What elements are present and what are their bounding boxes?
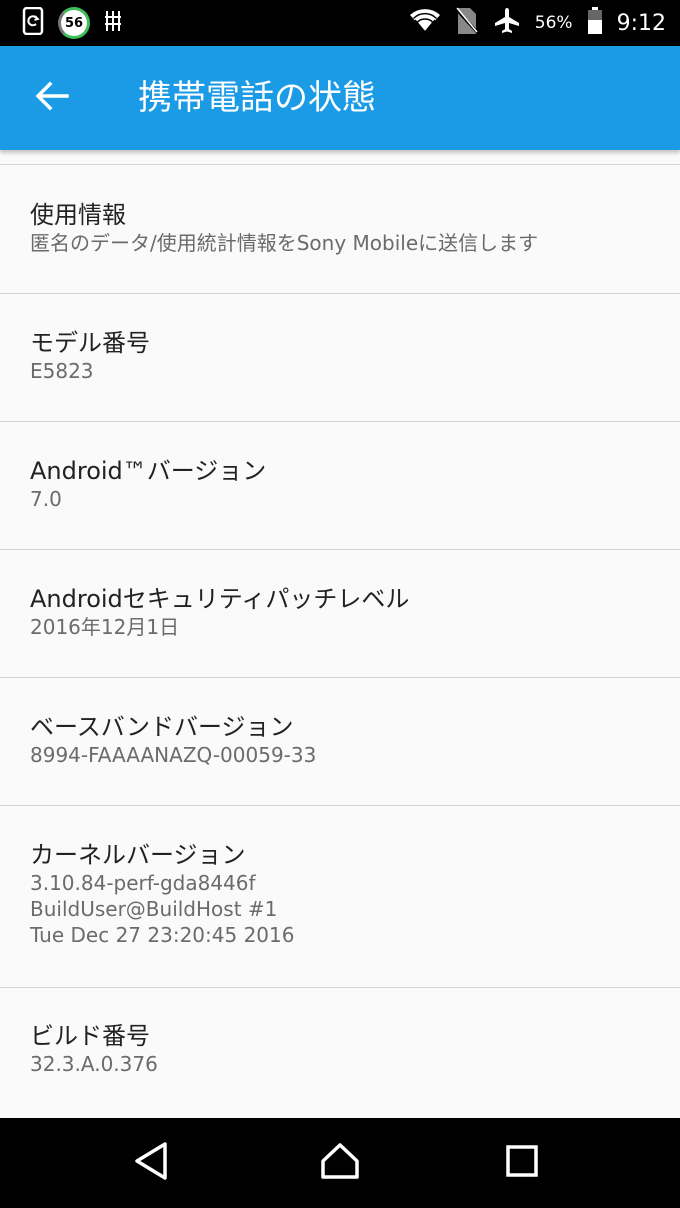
wifi-icon (409, 8, 441, 38)
back-icon (133, 1141, 169, 1185)
list-item-android-version[interactable]: Android™バージョン 7.0 (0, 422, 680, 549)
item-title: モデル番号 (30, 329, 150, 357)
item-subtitle: E5823 (30, 359, 94, 383)
arrow-left-icon (35, 81, 69, 115)
item-subtitle: 7.0 (30, 487, 62, 511)
home-icon (320, 1142, 360, 1184)
list-item-model-number[interactable]: モデル番号 E5823 (0, 294, 680, 421)
data-usage-icon: 56 (58, 7, 90, 39)
recents-icon (505, 1144, 539, 1182)
nav-back-button[interactable] (128, 1140, 174, 1186)
battery-percent: 56% (534, 13, 573, 33)
item-subtitle: 8994-FAAAANAZQ-00059-33 (30, 743, 317, 767)
back-button[interactable] (26, 72, 78, 124)
item-subtitle: 32.3.A.0.376 (30, 1052, 158, 1076)
usb-debug-icon (104, 9, 122, 37)
list-item-build-number[interactable]: ビルド番号 32.3.A.0.376 (0, 988, 680, 1114)
app-bar: 携帯電話の状態 (0, 46, 680, 150)
screenshot-icon (22, 6, 44, 39)
settings-list: 使用情報 匿名のデータ/使用統計情報をSony Mobileに送信します モデル… (0, 164, 680, 1114)
nav-recents-button[interactable] (499, 1140, 545, 1186)
item-title: 使用情報 (30, 201, 126, 229)
battery-icon (587, 7, 603, 39)
item-subtitle: 匿名のデータ/使用統計情報をSony Mobileに送信します (30, 231, 539, 255)
item-subtitle: 2016年12月1日 (30, 615, 180, 639)
item-title: Androidセキュリティパッチレベル (30, 585, 410, 613)
list-item-baseband-version[interactable]: ベースバンドバージョン 8994-FAAAANAZQ-00059-33 (0, 678, 680, 805)
item-title: ベースバンドバージョン (30, 713, 294, 741)
list-item-security-patch[interactable]: Androidセキュリティパッチレベル 2016年12月1日 (0, 550, 680, 677)
list-item-usage-info[interactable]: 使用情報 匿名のデータ/使用統計情報をSony Mobileに送信します (0, 165, 680, 293)
status-bar: 56 56% 9:12 (0, 0, 680, 46)
list-item-kernel-version[interactable]: カーネルバージョン 3.10.84-perf-gda8446f BuildUse… (0, 806, 680, 987)
item-title: ビルド番号 (30, 1022, 150, 1050)
nav-home-button[interactable] (317, 1140, 363, 1186)
item-title: Android™バージョン (30, 457, 267, 485)
page-title: 携帯電話の状態 (138, 78, 376, 118)
no-sim-icon (454, 7, 479, 39)
navigation-bar (0, 1118, 680, 1208)
item-title: カーネルバージョン (30, 841, 246, 869)
item-subtitle: 3.10.84-perf-gda8446f BuildUser@BuildHos… (30, 871, 295, 947)
clock: 9:12 (616, 10, 666, 36)
airplane-icon (493, 7, 521, 39)
